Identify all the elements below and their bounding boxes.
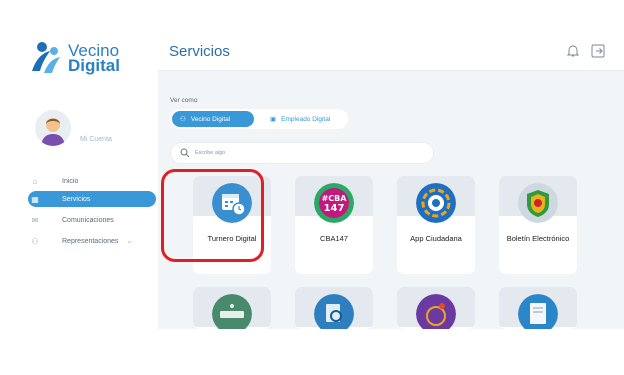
cba147-logo: #CBA 147 [314,183,354,223]
service-card-row2-4[interactable] [499,287,577,329]
shield-icon [518,183,558,223]
app-window: Vecino Digital Mi Cuenta ⌂ Inicio ▦ Serv… [18,33,624,329]
search-document-icon [314,294,354,329]
people-icon: ⚇ [180,116,186,123]
brand-name: Vecino Digital [68,42,120,75]
service-card-cba147[interactable]: #CBA 147 CBA147 [295,176,373,274]
ciudad-logo [212,294,252,329]
sidebar-item-inicio[interactable]: ⌂ Inicio [28,173,156,189]
sidebar: Vecino Digital Mi Cuenta ⌂ Inicio ▦ Serv… [18,33,158,329]
svg-text:#CBA: #CBA [322,194,348,203]
app-ciudadana-logo [416,183,456,223]
service-card-label: App Ciudadana [410,234,462,243]
search-bar [170,142,434,164]
sidebar-item-representaciones[interactable]: ⚇ Representaciones ⌄ [28,233,156,249]
grid-icon: ▦ [31,194,39,204]
my-account-link[interactable]: Mi Cuenta [80,136,112,143]
service-card-row2-1[interactable] [193,287,271,329]
service-card-boletin[interactable]: Boletín Electrónico [499,176,577,274]
view-option-vecino[interactable]: ⚇ Vecino Digital [172,111,254,127]
sidebar-item-label: Inicio [62,177,79,185]
service-card-label: Boletín Electrónico [506,234,570,243]
id-card-icon: ▣ [270,116,277,123]
highlight-outline [161,169,264,262]
bell-icon[interactable] [566,44,580,58]
people-icon: ⚇ [31,236,39,246]
search-input[interactable] [195,147,415,159]
brand-line2: Digital [68,56,120,75]
user-avatar-icon [35,110,71,146]
view-option-label: Empleado Digital [281,115,331,123]
view-option-empleado[interactable]: ▣ Empleado Digital [262,111,346,127]
service-card-row2-2[interactable] [295,287,373,329]
logout-icon[interactable] [590,43,606,59]
service-card-app-ciudadana[interactable]: App Ciudadana [397,176,475,274]
service-card-label: CBA147 [320,234,348,243]
sidebar-item-comunicaciones[interactable]: ✉ Comunicaciones [28,212,156,228]
service-card-row2-3[interactable] [397,287,475,329]
mail-icon: ✉ [31,215,39,225]
topbar: Servicios [158,33,624,71]
view-as-label: Ver como [170,97,198,104]
vecino-digital-logo[interactable]: Vecino Digital [28,37,148,77]
sidebar-item-label: Servicios [62,195,91,203]
sidebar-item-label: Comunicaciones [62,216,114,224]
people-logo-icon [32,42,60,73]
page-title: Servicios [169,43,230,60]
view-toggle: ⚇ Vecino Digital ▣ Empleado Digital [170,109,348,129]
chevron-down-icon: ⌄ [126,238,133,245]
svg-text:147: 147 [324,203,345,214]
purple-logo [416,294,456,329]
avatar[interactable] [35,110,71,146]
home-icon: ⌂ [32,176,38,186]
sidebar-item-servicios[interactable]: ▦ Servicios [28,191,156,207]
sidebar-item-label: Representaciones [62,237,119,245]
document-house-icon [518,294,558,329]
view-option-label: Vecino Digital [190,115,231,123]
search-icon [180,148,190,158]
